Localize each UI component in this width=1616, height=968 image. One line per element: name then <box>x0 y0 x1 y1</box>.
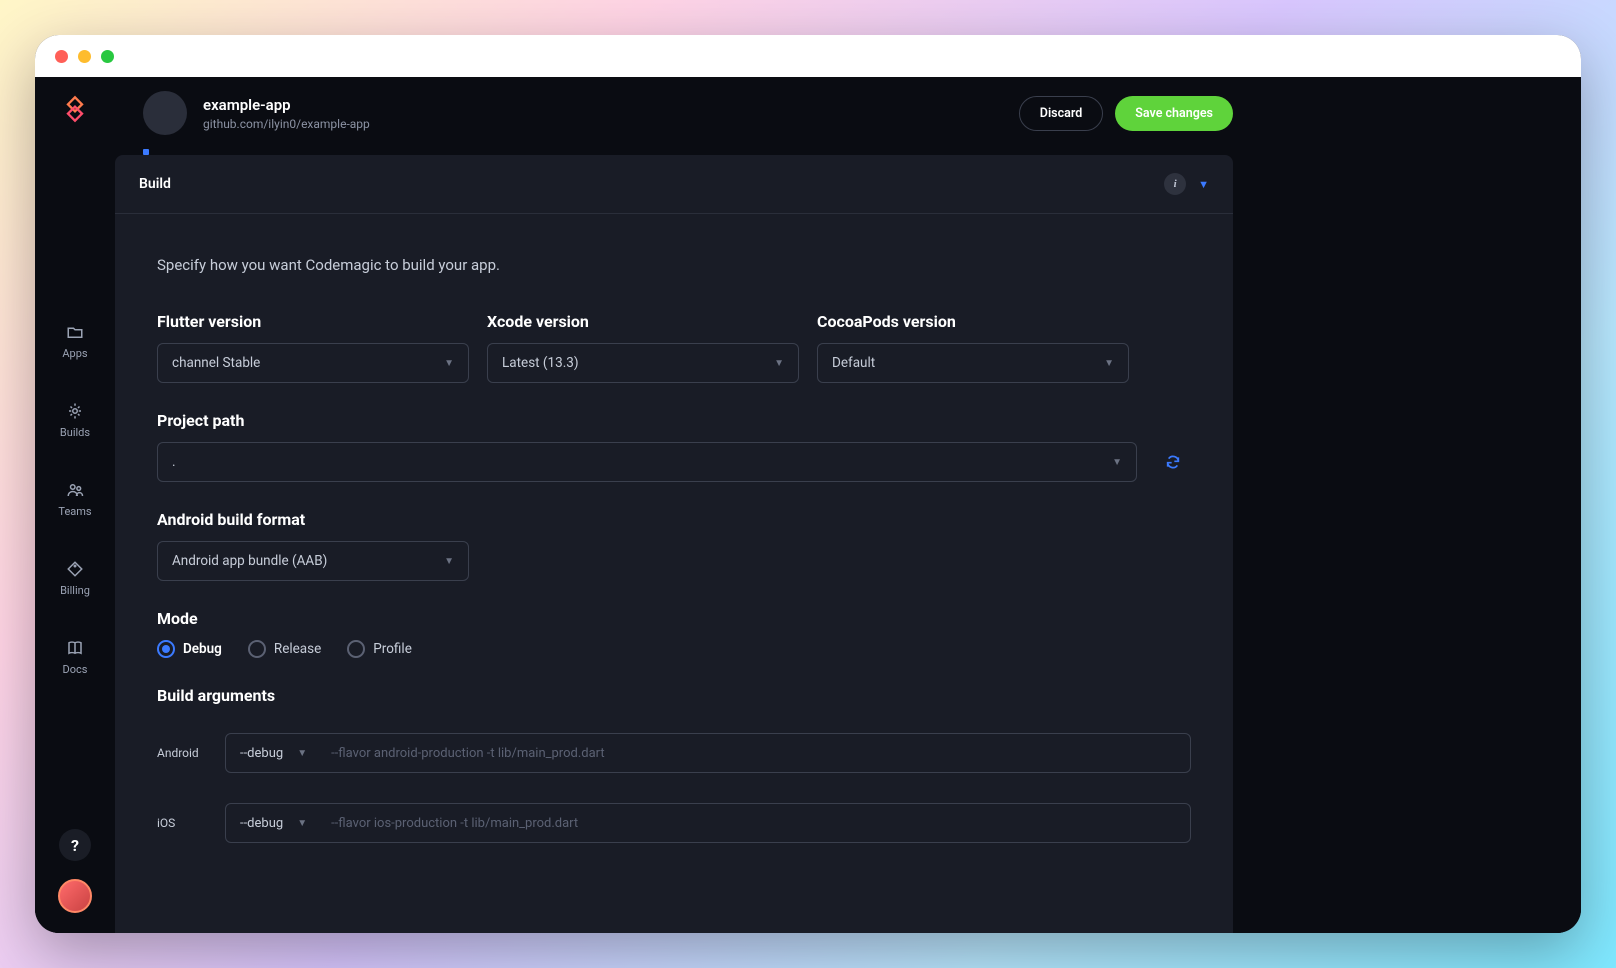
xcode-version-select[interactable]: Latest (13.3) ▼ <box>487 343 799 383</box>
people-icon <box>66 481 84 499</box>
arg-mode-select[interactable]: --debug <box>240 746 283 761</box>
gear-icon <box>66 402 84 420</box>
android-build-format-label: Android build format <box>157 510 469 529</box>
project-path-select[interactable]: . ▼ <box>157 442 1137 482</box>
sidebar-item-apps[interactable]: Apps <box>62 323 87 360</box>
sidebar-item-label: Builds <box>60 426 90 439</box>
tag-icon <box>66 560 84 578</box>
select-value: channel Stable <box>172 355 444 371</box>
build-arguments-label: Build arguments <box>157 686 1191 705</box>
mode-radio-profile[interactable]: Profile <box>347 640 412 658</box>
mode-radio-debug[interactable]: Debug <box>157 640 222 658</box>
refresh-button[interactable] <box>1155 442 1191 482</box>
panel-title: Build <box>139 176 1164 192</box>
sidebar-item-docs[interactable]: Docs <box>63 639 88 676</box>
app-repo-path: github.com/ilyin0/example-app <box>203 117 1003 131</box>
sidebar: Apps Builds Teams Billing Docs <box>35 77 115 933</box>
chevron-down-icon: ▼ <box>444 358 454 369</box>
chevron-down-icon: ▼ <box>444 556 454 567</box>
chevron-down-icon: ▼ <box>774 358 784 369</box>
radio-icon <box>347 640 365 658</box>
app-title: example-app <box>203 96 1003 114</box>
mode-label: Mode <box>157 609 1191 628</box>
window-close-button[interactable] <box>55 50 68 63</box>
radio-icon <box>157 640 175 658</box>
build-argument-input-android[interactable]: --debug ▼ --flavor android-production -t… <box>225 733 1191 773</box>
xcode-version-label: Xcode version <box>487 312 799 331</box>
help-button[interactable]: ? <box>59 829 91 861</box>
chevron-down-icon: ▼ <box>297 748 307 759</box>
panel-intro: Specify how you want Codemagic to build … <box>157 256 1191 274</box>
cocoapods-version-label: CocoaPods version <box>817 312 1129 331</box>
info-button[interactable]: i <box>1164 173 1186 195</box>
save-changes-button[interactable]: Save changes <box>1115 96 1233 131</box>
select-value: . <box>172 454 1112 470</box>
sidebar-item-teams[interactable]: Teams <box>58 481 91 518</box>
window-titlebar <box>35 35 1581 77</box>
sidebar-item-label: Teams <box>58 505 91 518</box>
radio-icon <box>248 640 266 658</box>
mode-radio-group: Debug Release Profile <box>157 640 1191 658</box>
window-minimize-button[interactable] <box>78 50 91 63</box>
codemagic-logo-icon <box>61 95 89 123</box>
sidebar-item-builds[interactable]: Builds <box>60 402 90 439</box>
chevron-down-icon: ▼ <box>297 818 307 829</box>
cocoapods-version-select[interactable]: Default ▼ <box>817 343 1129 383</box>
sidebar-item-label: Docs <box>63 663 88 676</box>
platform-label: iOS <box>157 816 207 830</box>
page-header: example-app github.com/ilyin0/example-ap… <box>115 77 1261 149</box>
app-icon <box>143 91 187 135</box>
refresh-icon <box>1165 454 1181 470</box>
select-value: Default <box>832 355 1104 371</box>
right-pane <box>1261 77 1581 933</box>
panel-header: Build i ▼ <box>115 155 1233 214</box>
flutter-version-label: Flutter version <box>157 312 469 331</box>
sidebar-item-label: Apps <box>62 347 87 360</box>
collapse-toggle[interactable]: ▼ <box>1198 178 1209 191</box>
platform-label: Android <box>157 746 207 760</box>
window-maximize-button[interactable] <box>101 50 114 63</box>
build-argument-row-android: Android --debug ▼ --flavor android-produ… <box>157 733 1191 773</box>
app-body: Apps Builds Teams Billing Docs <box>35 77 1581 933</box>
chevron-down-icon: ▼ <box>1104 358 1114 369</box>
radio-label: Debug <box>183 641 222 657</box>
arg-placeholder: --flavor ios-production -t lib/main_prod… <box>331 816 1176 831</box>
mode-radio-release[interactable]: Release <box>248 640 321 658</box>
radio-label: Profile <box>373 641 412 657</box>
select-value: Latest (13.3) <box>502 355 774 371</box>
discard-button[interactable]: Discard <box>1019 96 1103 131</box>
main-content: example-app github.com/ilyin0/example-ap… <box>115 77 1261 933</box>
chevron-down-icon: ▼ <box>1112 457 1122 468</box>
radio-label: Release <box>274 641 321 657</box>
project-path-label: Project path <box>157 411 1191 430</box>
arg-mode-select[interactable]: --debug <box>240 816 283 831</box>
book-icon <box>66 639 84 657</box>
app-window: Apps Builds Teams Billing Docs <box>35 35 1581 933</box>
folder-icon <box>66 323 84 341</box>
build-panel: Build i ▼ Specify how you want Codemagic… <box>115 155 1233 933</box>
select-value: Android app bundle (AAB) <box>172 553 444 569</box>
build-argument-row-ios: iOS --debug ▼ --flavor ios-production -t… <box>157 803 1191 843</box>
sidebar-item-label: Billing <box>60 584 90 597</box>
sidebar-item-billing[interactable]: Billing <box>60 560 90 597</box>
flutter-version-select[interactable]: channel Stable ▼ <box>157 343 469 383</box>
build-argument-input-ios[interactable]: --debug ▼ --flavor ios-production -t lib… <box>225 803 1191 843</box>
android-build-format-select[interactable]: Android app bundle (AAB) ▼ <box>157 541 469 581</box>
arg-placeholder: --flavor android-production -t lib/main_… <box>331 746 1176 761</box>
user-avatar[interactable] <box>58 879 92 913</box>
panel-body: Specify how you want Codemagic to build … <box>115 214 1233 933</box>
